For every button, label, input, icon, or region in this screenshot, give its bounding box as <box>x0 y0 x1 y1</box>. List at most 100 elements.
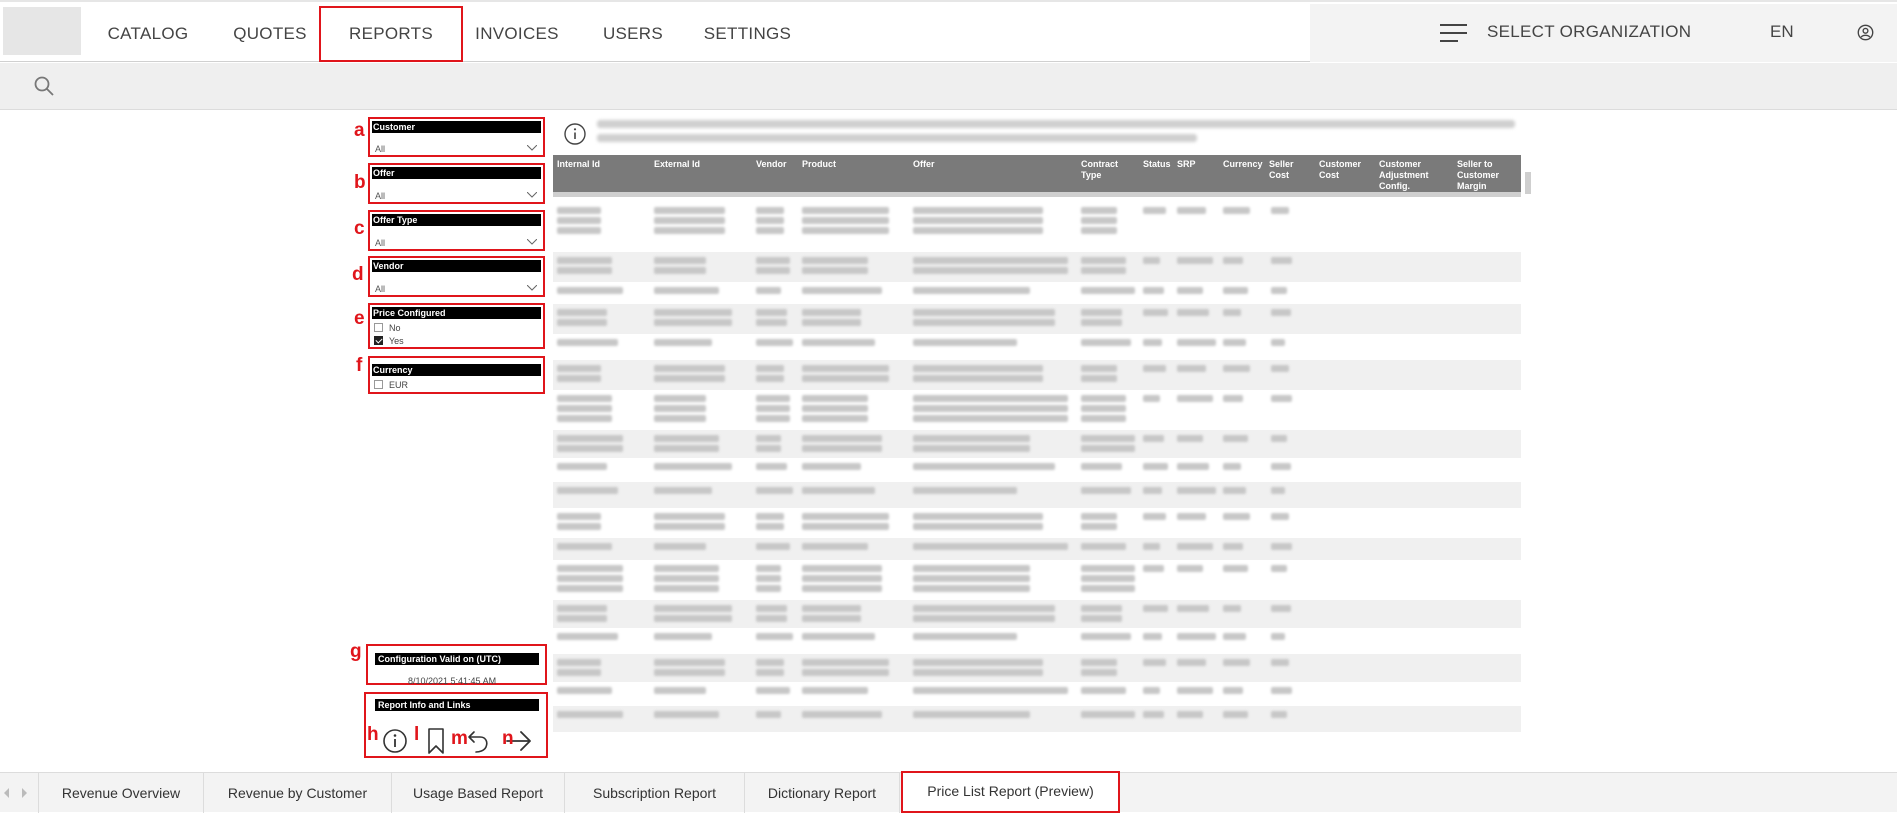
redacted-cell <box>756 523 784 530</box>
table-row[interactable] <box>553 628 1521 654</box>
column-header[interactable]: SRP <box>1177 159 1207 170</box>
column-header[interactable]: Seller Cost <box>1269 159 1315 181</box>
table-row[interactable] <box>553 360 1521 390</box>
column-header[interactable]: Seller to Customer Margin <box>1457 159 1507 192</box>
column-header[interactable]: External Id <box>654 159 724 170</box>
currency-filter: Currency EUR <box>368 356 545 394</box>
redacted-cell <box>756 687 790 694</box>
info-icon[interactable] <box>380 726 410 756</box>
redacted-cell <box>1271 605 1291 612</box>
redacted-cell <box>1143 257 1160 264</box>
chevron-down-icon[interactable] <box>527 192 537 198</box>
redacted-cell <box>1271 513 1289 520</box>
table-row[interactable] <box>553 682 1521 706</box>
table-row[interactable] <box>553 538 1521 560</box>
redacted-cell <box>756 415 790 422</box>
table-row[interactable] <box>553 430 1521 458</box>
vendor-filter[interactable]: Vendor All <box>368 256 545 297</box>
annotation-n: n <box>502 728 514 749</box>
redacted-cell <box>557 309 607 316</box>
nav-users[interactable]: USERS <box>593 6 673 62</box>
redacted-cell <box>1223 605 1241 612</box>
select-organization-label[interactable]: SELECT ORGANIZATION <box>1487 22 1691 42</box>
redacted-cell <box>1223 257 1243 264</box>
redacted-cell <box>756 287 781 294</box>
menu-icon[interactable] <box>1440 24 1467 42</box>
chevron-down-icon[interactable] <box>527 239 537 245</box>
checkbox-checked[interactable] <box>374 336 383 345</box>
redacted-cell <box>913 207 1043 214</box>
table-row[interactable] <box>553 600 1521 628</box>
table-header: Internal Id External Id Vendor Product O… <box>553 155 1521 197</box>
table-row[interactable] <box>553 304 1521 334</box>
redacted-cell <box>1081 669 1117 676</box>
redacted-cell <box>1271 435 1287 442</box>
tab-usage-based-report[interactable]: Usage Based Report <box>392 773 565 813</box>
redacted-cell <box>756 257 790 264</box>
scrollbar-thumb[interactable] <box>1525 172 1531 194</box>
tab-scroll-left-icon[interactable] <box>4 788 9 798</box>
table-row[interactable] <box>553 282 1521 304</box>
table-row[interactable] <box>553 390 1521 430</box>
table-row[interactable] <box>553 654 1521 682</box>
tab-scroll-right-icon[interactable] <box>22 788 27 798</box>
table-row[interactable] <box>553 252 1521 282</box>
chevron-down-icon[interactable] <box>527 145 537 151</box>
redacted-cell <box>1177 543 1213 550</box>
column-header[interactable]: Product <box>802 159 862 170</box>
column-header[interactable]: Internal Id <box>557 159 627 170</box>
table-row[interactable] <box>553 706 1521 732</box>
table-row[interactable] <box>553 560 1521 600</box>
search-icon[interactable] <box>33 75 55 97</box>
nav-invoices[interactable]: INVOICES <box>472 6 562 62</box>
redacted-cell <box>802 217 889 224</box>
table-scrollbar[interactable] <box>1525 160 1531 755</box>
currency-option-eur[interactable]: EUR <box>374 380 408 391</box>
redacted-cell <box>557 217 601 224</box>
chevron-down-icon[interactable] <box>527 285 537 291</box>
redacted-cell <box>913 463 1055 470</box>
tab-subscription-report[interactable]: Subscription Report <box>565 773 745 813</box>
column-header[interactable]: Customer Adjustment Config. <box>1379 159 1441 192</box>
table-row[interactable] <box>553 482 1521 508</box>
tab-dictionary-report[interactable]: Dictionary Report <box>745 773 900 813</box>
redacted-cell <box>756 395 790 402</box>
nav-quotes[interactable]: QUOTES <box>225 6 315 62</box>
redacted-cell <box>913 633 1017 640</box>
tab-revenue-overview[interactable]: Revenue Overview <box>38 773 204 813</box>
info-icon[interactable] <box>563 122 587 146</box>
user-account-icon[interactable] <box>1857 24 1874 41</box>
table-row[interactable] <box>553 458 1521 482</box>
column-header[interactable]: Contract Type <box>1081 159 1129 181</box>
column-header[interactable]: Customer Cost <box>1319 159 1367 181</box>
bookmark-icon[interactable] <box>421 726 451 756</box>
checkbox[interactable] <box>374 323 383 332</box>
redacted-cell <box>802 309 861 316</box>
tab-price-list-report[interactable]: Price List Report (Preview) <box>901 771 1120 813</box>
checkbox[interactable] <box>374 380 383 389</box>
redacted-cell <box>913 615 1055 622</box>
nav-reports[interactable]: REPORTS <box>319 6 463 62</box>
nav-settings[interactable]: SETTINGS <box>700 6 795 62</box>
column-header[interactable]: Status <box>1143 159 1173 170</box>
redacted-cell <box>802 605 861 612</box>
redacted-cell <box>802 585 882 592</box>
column-header[interactable]: Currency <box>1223 159 1267 170</box>
column-header[interactable]: Vendor <box>756 159 796 170</box>
customer-filter[interactable]: Customer All <box>368 117 545 157</box>
price-configured-option-yes[interactable]: Yes <box>374 336 404 347</box>
offer-filter[interactable]: Offer All <box>368 163 545 204</box>
price-configured-option-no[interactable]: No <box>374 323 401 334</box>
logo[interactable] <box>3 7 81 55</box>
tab-revenue-by-customer[interactable]: Revenue by Customer <box>204 773 392 813</box>
redacted-cell <box>802 659 889 666</box>
table-row[interactable] <box>553 202 1521 252</box>
redacted-cell <box>802 445 882 452</box>
offer-type-filter[interactable]: Offer Type All <box>368 210 545 251</box>
language-selector[interactable]: EN <box>1770 22 1794 42</box>
table-row[interactable] <box>553 508 1521 538</box>
nav-catalog[interactable]: CATALOG <box>103 6 193 62</box>
column-header[interactable]: Offer <box>913 159 973 170</box>
configuration-valid-title: Configuration Valid on (UTC) <box>375 653 539 665</box>
table-row[interactable] <box>553 334 1521 360</box>
